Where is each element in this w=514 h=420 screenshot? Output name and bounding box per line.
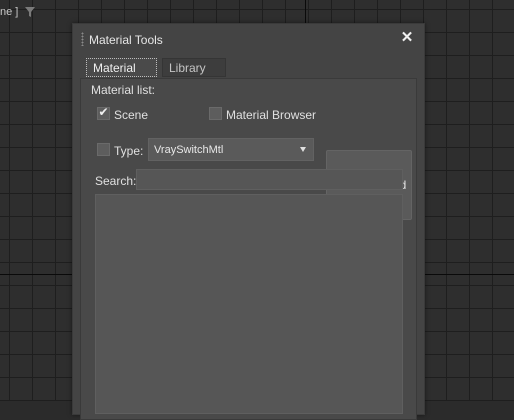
material-list-box[interactable] — [95, 194, 403, 414]
panel-titlebar[interactable]: Material Tools ✕ — [73, 24, 424, 54]
material-browser-label: Material Browser — [226, 108, 317, 122]
scene-checkbox[interactable]: ✔ — [97, 105, 110, 120]
type-dropdown[interactable]: VraySwitchMtl — [148, 138, 314, 161]
panel-title: Material Tools — [89, 33, 163, 47]
viewport-axis-vertical — [305, 0, 306, 24]
close-icon[interactable]: ✕ — [400, 30, 414, 46]
material-tools-panel: Material Tools ✕ Material List Library M… — [72, 23, 425, 420]
type-label: Type: — [114, 144, 144, 158]
search-input[interactable] — [136, 169, 403, 190]
scene-label: Scene — [114, 108, 149, 122]
type-dropdown-value: VraySwitchMtl — [154, 144, 224, 156]
search-label: Search: — [95, 174, 137, 188]
drag-handle-icon[interactable] — [81, 32, 84, 46]
group-title: Material list: — [91, 83, 156, 97]
chevron-down-icon — [300, 147, 306, 152]
checkmark-icon: ✔ — [98, 105, 109, 119]
tab-library[interactable]: Library — [162, 58, 226, 77]
funnel-icon[interactable] — [24, 6, 36, 18]
viewport-label[interactable]: ne ] — [0, 6, 18, 18]
tab-material-list[interactable]: Material List — [86, 58, 157, 94]
type-checkbox[interactable] — [97, 143, 110, 156]
material-list-group: Material list: ✔ Scene Material Browser … — [80, 78, 417, 420]
material-browser-checkbox[interactable] — [209, 107, 222, 120]
